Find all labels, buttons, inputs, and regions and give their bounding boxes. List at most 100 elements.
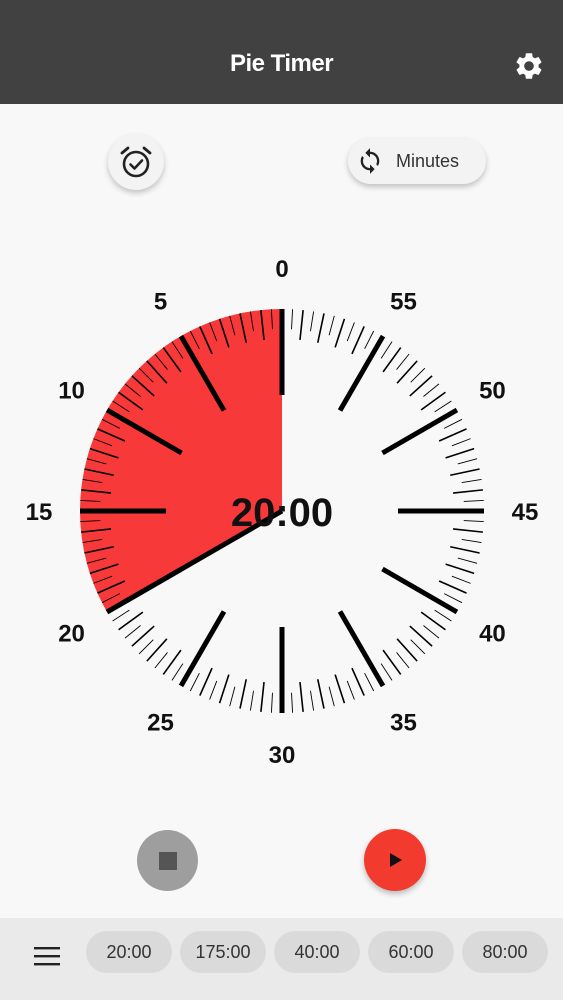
dial-label: 45 bbox=[512, 499, 539, 526]
minor-tick bbox=[239, 679, 248, 709]
dial-label: 10 bbox=[58, 378, 85, 405]
minor-tick bbox=[380, 341, 393, 359]
minor-tick bbox=[457, 557, 478, 564]
app-title: Pie Timer bbox=[229, 50, 334, 77]
minor-tick bbox=[452, 528, 483, 533]
minor-tick bbox=[364, 672, 375, 692]
minor-tick bbox=[171, 663, 184, 681]
minor-tick bbox=[443, 593, 463, 604]
minor-tick bbox=[450, 545, 480, 554]
time-display: 20:00 bbox=[231, 491, 333, 535]
preset-chip[interactable]: 20:00 bbox=[86, 931, 172, 973]
preset-chip[interactable]: 40:00 bbox=[274, 931, 360, 973]
minor-tick bbox=[334, 318, 346, 348]
minor-tick bbox=[452, 489, 483, 494]
minor-tick bbox=[229, 686, 236, 707]
dial-label: 5 bbox=[154, 289, 167, 316]
dial-label: 55 bbox=[390, 289, 417, 316]
dial-label: 50 bbox=[479, 378, 506, 405]
minor-tick bbox=[310, 311, 315, 332]
minor-tick bbox=[346, 322, 355, 342]
minor-tick bbox=[451, 438, 471, 447]
dial-label: 0 bbox=[275, 256, 288, 283]
app-bar: Pie Timer bbox=[0, 0, 563, 104]
minor-tick bbox=[409, 625, 433, 647]
minor-tick bbox=[438, 428, 467, 442]
minor-tick bbox=[112, 609, 130, 622]
minor-tick bbox=[260, 681, 265, 712]
major-tick bbox=[337, 610, 386, 688]
minor-tick bbox=[270, 692, 273, 713]
minor-tick bbox=[451, 575, 471, 584]
dial-label: 15 bbox=[26, 499, 53, 526]
minor-tick bbox=[351, 667, 365, 696]
minor-tick bbox=[461, 539, 482, 544]
dial-label: 20 bbox=[58, 621, 85, 648]
major-tick bbox=[381, 407, 459, 456]
minor-tick bbox=[310, 690, 315, 711]
minor-tick bbox=[146, 638, 168, 662]
dial-label: 35 bbox=[390, 709, 417, 736]
minor-tick bbox=[328, 315, 335, 336]
minor-tick bbox=[316, 679, 325, 709]
sync-icon bbox=[360, 148, 380, 174]
minor-tick bbox=[131, 625, 155, 647]
dial-label: 25 bbox=[147, 709, 174, 736]
major-tick bbox=[381, 566, 459, 615]
minor-tick bbox=[409, 375, 433, 397]
dial-label: 40 bbox=[479, 621, 506, 648]
minor-tick bbox=[249, 690, 254, 711]
minor-tick bbox=[291, 692, 294, 713]
minor-tick bbox=[438, 580, 467, 594]
minor-tick bbox=[396, 360, 418, 384]
minor-tick bbox=[396, 353, 410, 370]
minor-tick bbox=[218, 674, 230, 704]
hamburger-menu-icon[interactable] bbox=[30, 939, 64, 973]
preset-list: 20:00 175:00 40:00 60:00 80:00 bbox=[86, 931, 548, 973]
minor-tick bbox=[410, 639, 426, 655]
unit-toggle-button[interactable]: Minutes bbox=[348, 138, 486, 184]
settings-gear-icon[interactable] bbox=[513, 50, 545, 82]
minor-tick bbox=[463, 520, 484, 523]
minor-tick bbox=[346, 680, 355, 700]
minor-tick bbox=[396, 652, 410, 669]
minor-tick bbox=[423, 383, 440, 397]
major-tick bbox=[178, 610, 227, 688]
minor-tick bbox=[189, 672, 200, 692]
minor-tick bbox=[316, 313, 325, 343]
preset-chip[interactable]: 175:00 bbox=[180, 931, 266, 973]
minor-tick bbox=[445, 563, 475, 575]
minor-tick bbox=[434, 609, 452, 622]
play-button[interactable] bbox=[364, 829, 426, 891]
play-icon bbox=[390, 853, 402, 867]
minor-tick bbox=[450, 468, 480, 477]
stop-icon bbox=[158, 851, 177, 870]
minor-tick bbox=[209, 680, 218, 700]
minor-tick bbox=[154, 652, 168, 669]
minor-tick bbox=[364, 330, 375, 350]
minor-tick bbox=[351, 326, 365, 355]
alarm-button[interactable] bbox=[108, 134, 164, 190]
minor-tick bbox=[434, 400, 452, 413]
minor-tick bbox=[334, 674, 346, 704]
pie-timer-dial[interactable]: 0 5 10 15 20 25 30 35 40 45 50 55 20:00 bbox=[0, 240, 563, 780]
alarm-check-icon bbox=[120, 146, 152, 178]
minor-tick bbox=[138, 639, 154, 655]
minor-tick bbox=[299, 310, 304, 341]
minor-tick bbox=[124, 625, 141, 639]
minor-tick bbox=[423, 625, 440, 639]
major-tick bbox=[337, 334, 386, 412]
unit-label: Minutes bbox=[396, 150, 460, 171]
stop-button[interactable] bbox=[137, 830, 198, 891]
minor-tick bbox=[461, 478, 482, 483]
preset-chip[interactable]: 60:00 bbox=[368, 931, 454, 973]
minor-tick bbox=[463, 499, 484, 502]
minor-tick bbox=[445, 447, 475, 459]
preset-chip[interactable]: 80:00 bbox=[462, 931, 548, 973]
minor-tick bbox=[299, 681, 304, 712]
minor-tick bbox=[199, 667, 213, 696]
bottom-bar: 20:00 175:00 40:00 60:00 80:00 bbox=[0, 918, 563, 1000]
minor-tick bbox=[396, 638, 418, 662]
minor-tick bbox=[380, 663, 393, 681]
dial-label: 30 bbox=[269, 742, 296, 769]
